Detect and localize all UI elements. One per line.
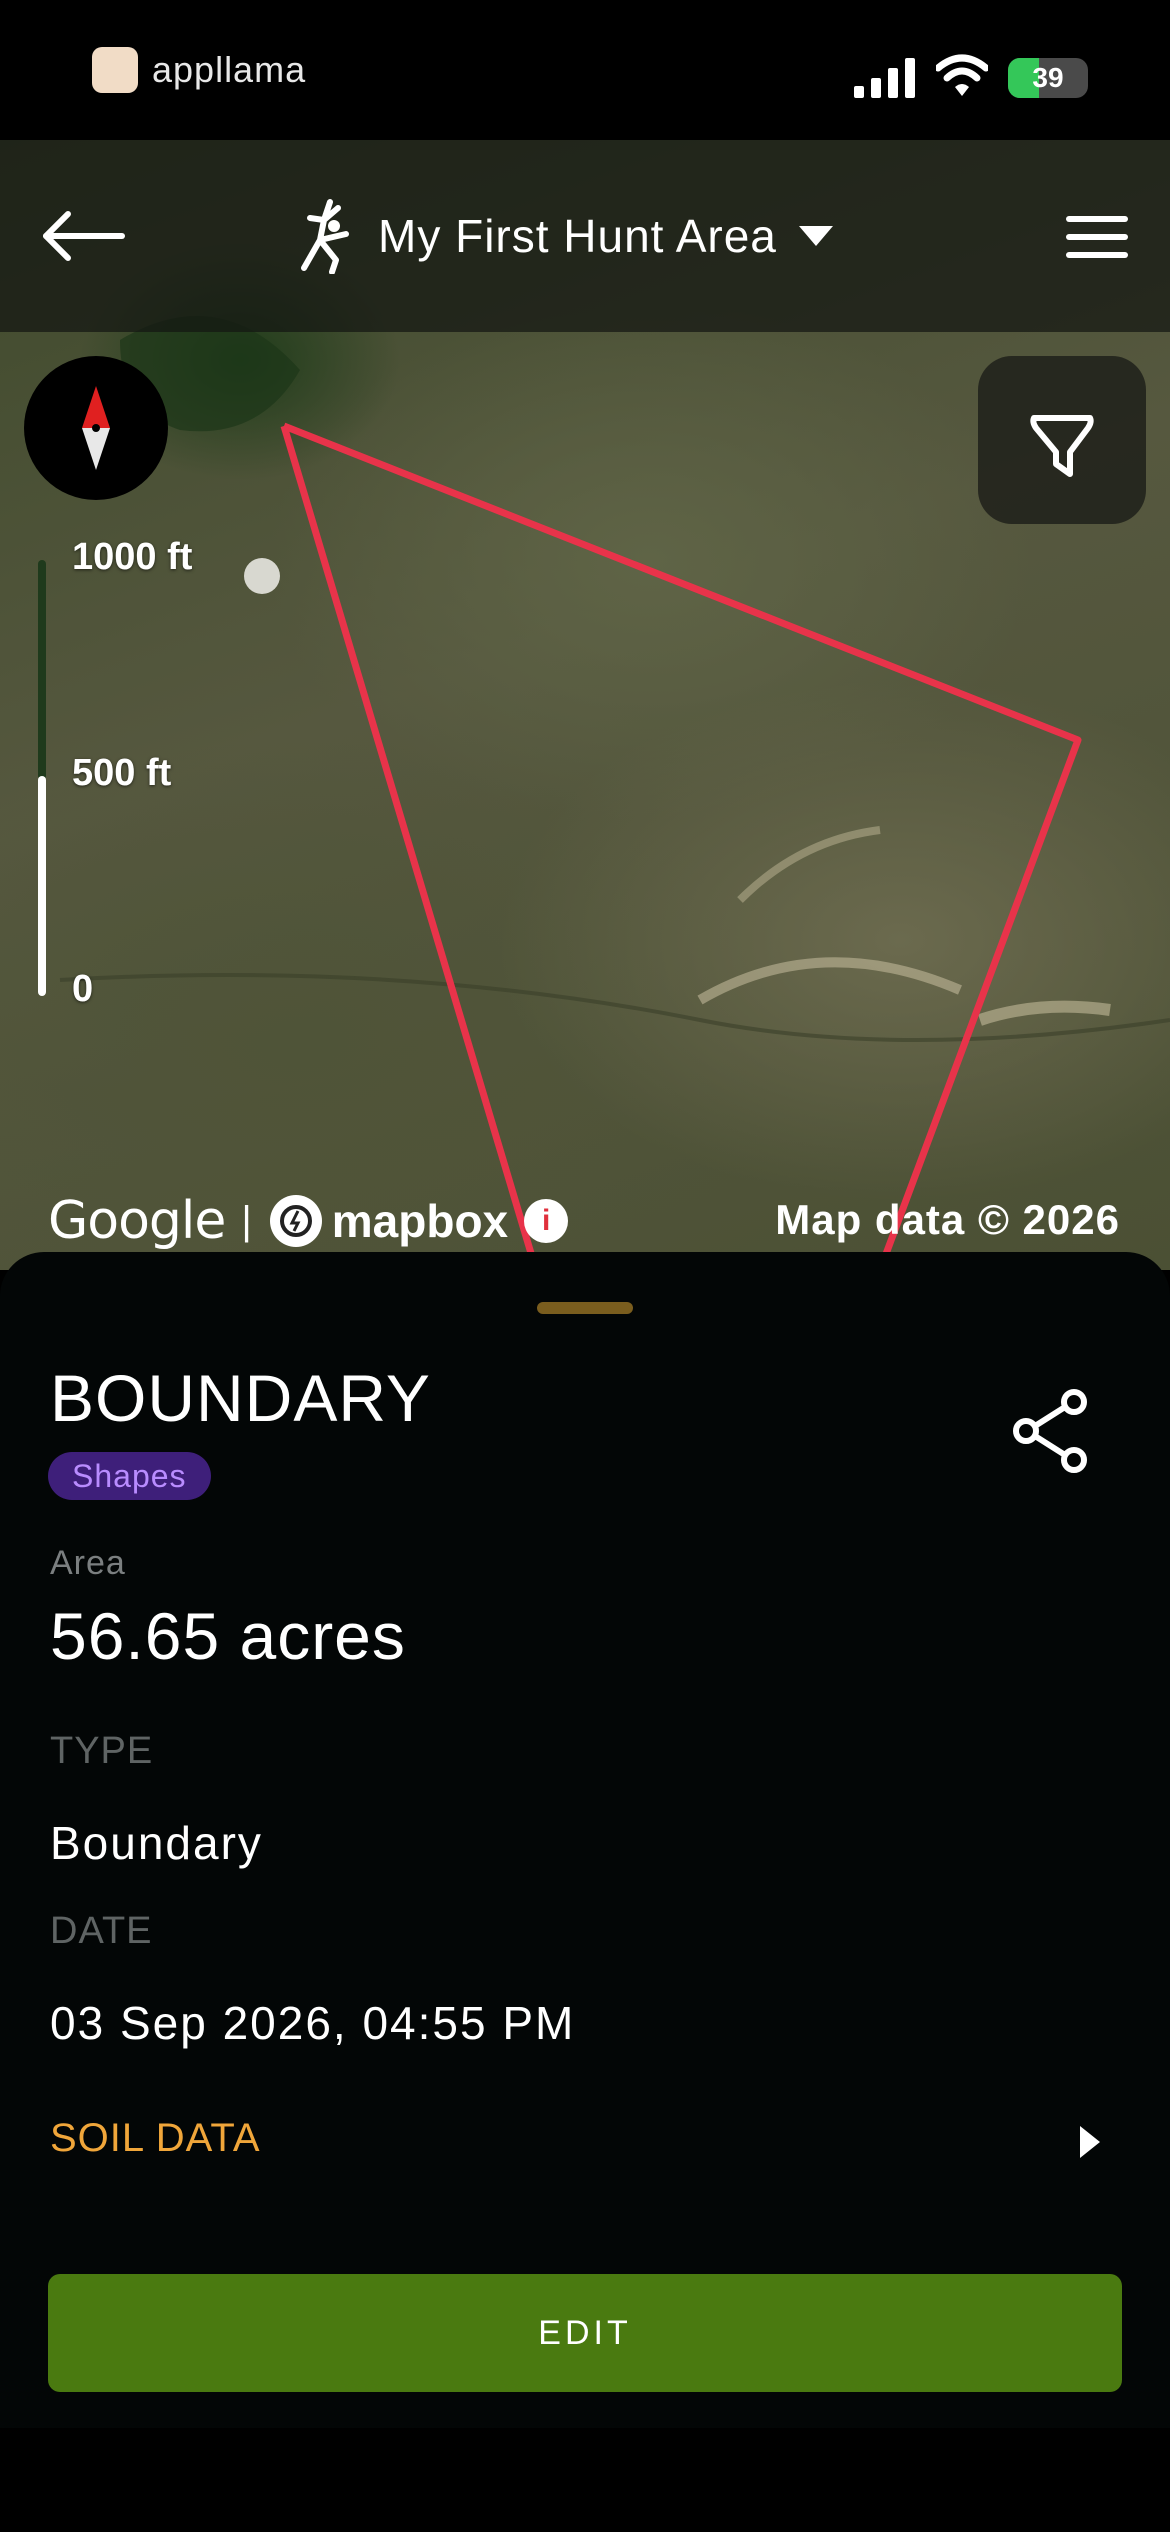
date-label: DATE [50,1910,153,1952]
boundary-outline[interactable] [282,422,1082,1270]
battery-indicator: 39 [1008,58,1088,98]
map-data-credit: Map data © 2026 [775,1196,1120,1243]
category-badge: Shapes [48,1452,211,1500]
menu-button[interactable] [1062,214,1132,260]
sheet-title: BOUNDARY [50,1361,431,1435]
date-value: 03 Sep 2026, 04:55 PM [50,1997,576,2049]
attribution-separator: | [241,1198,252,1243]
google-logo: Google [48,1191,226,1251]
hunt-area-selector[interactable]: My First Hunt Area [290,196,833,276]
soil-data-row[interactable]: SOIL DATA [50,2100,1110,2180]
chevron-right-icon [1080,2126,1100,2158]
soil-data-label: SOIL DATA [50,2116,261,2160]
share-icon [1013,1389,1087,1473]
status-bar: appllama 39 [0,0,1170,140]
compass-button[interactable] [24,356,168,500]
filter-button[interactable] [978,356,1146,524]
app-header: My First Hunt Area [0,140,1170,332]
llama-logo-icon [92,47,138,93]
caret-down-icon [798,226,833,246]
type-value: Boundary [50,1817,263,1869]
map-scale-bar [38,560,46,996]
wifi-icon [936,54,988,96]
sheet-grab-handle[interactable] [537,1302,633,1314]
scale-label-bottom: 0 [72,968,94,1010]
filter-funnel-icon [1030,415,1094,477]
edit-button[interactable]: EDIT [48,2274,1122,2392]
scale-label-middle: 500 ft [72,752,172,794]
signal-icon [854,58,915,98]
share-button[interactable] [1006,1386,1096,1476]
hunt-area-title: My First Hunt Area [378,210,777,262]
carrier-name: appllama [152,49,307,90]
area-label: Area [50,1544,126,1582]
battery-percent: 39 [1032,62,1064,93]
carrier: appllama [92,46,306,94]
arrow-left-icon [43,211,125,261]
mapbox-wordmark: mapbox [331,1195,509,1247]
back-button[interactable] [40,200,130,272]
mapbox-mark-icon [269,1195,322,1247]
area-value: 56.65 acres [50,1599,406,1673]
hamburger-menu-icon [1066,216,1128,258]
home-indicator-area [0,2428,1170,2532]
details-sheet: BOUNDARY Shapes Area 56.65 acres TYPE Bo… [0,1252,1170,2428]
attribution-info-button[interactable]: i [524,1199,569,1243]
mapbox-logo: mapbox [268,1193,508,1249]
hunter-logo-icon [301,199,349,274]
scale-label-top: 1000 ft [72,536,193,578]
map-attribution: Google | mapbox i [48,1190,569,1252]
compass-icon [82,386,110,470]
pond-marker [244,558,280,594]
type-label: TYPE [50,1730,154,1772]
boundary-edge[interactable] [280,424,540,1270]
